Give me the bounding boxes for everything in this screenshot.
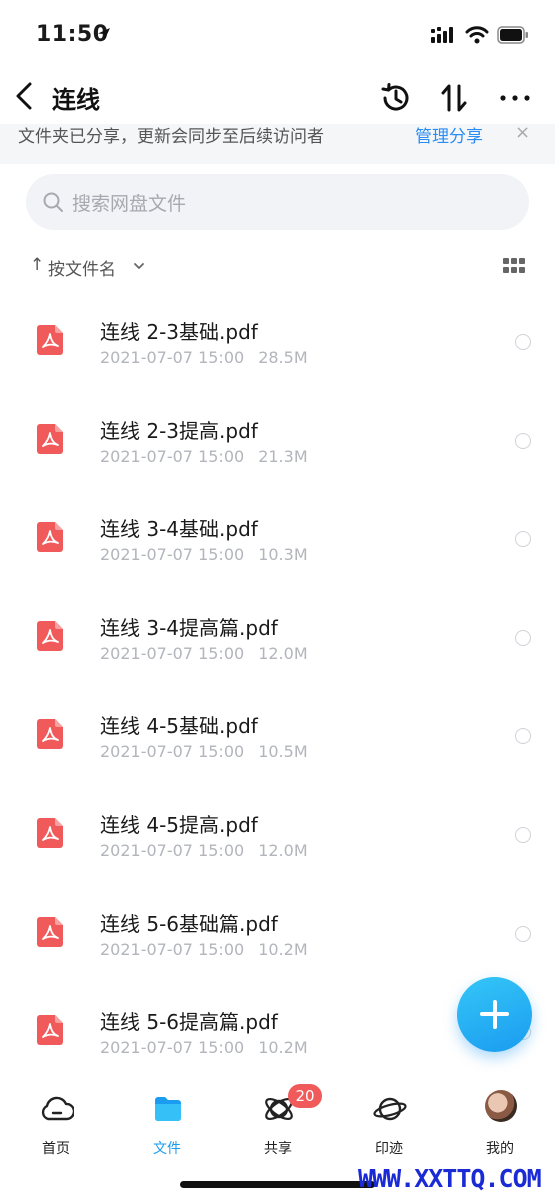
file-name: 连线 2-3基础.pdf [100,320,258,344]
file-date: 2021-07-07 15:00 [100,348,245,367]
file-select-radio[interactable] [515,531,531,548]
file-date: 2021-07-07 15:00 [100,643,245,663]
file-meta: 2021-07-07 15:00 10.3M [100,545,308,564]
tab-home-label: 首页 [42,1141,70,1157]
planet-icon [373,1097,407,1121]
tab-traces[interactable]: 印迹 [339,1090,439,1160]
file-size: 12.0M [258,840,308,860]
file-select-radio[interactable] [515,925,531,942]
file-date: 2021-07-07 15:00 [100,742,245,762]
tab-me-label: 我的 [486,1141,514,1157]
file-name: 连线 5-6提高篇.pdf [100,1010,278,1035]
file-row[interactable]: 连线 2-3提高.pdf 2021-07-07 15:00 21.3M [0,392,555,491]
shared-count-badge: 20 [288,1084,322,1108]
file-meta: 2021-07-07 15:00 28.5M [100,348,308,367]
pdf-file-icon [37,620,63,651]
file-name: 连线 4-5提高.pdf [100,812,258,837]
file-name: 连线 3-4提高篇.pdf [100,615,278,640]
avatar [485,1090,517,1122]
file-date: 2021-07-07 15:00 [100,446,245,466]
banner-close-button[interactable]: × [515,124,530,143]
pdf-file-icon [37,916,63,947]
sort-transfer-icon[interactable] [437,80,473,116]
file-row[interactable]: 连线 4-5基础.pdf 2021-07-07 15:00 10.5M [0,687,555,786]
status-bar: 11:50 [0,0,555,70]
file-size: 10.2M [258,1038,308,1058]
file-date: 2021-07-07 15:00 [100,1038,245,1058]
manage-share-link[interactable]: 管理分享 [415,124,483,147]
add-button[interactable] [457,977,532,1052]
sort-by-name-button[interactable]: 按文件名 [48,255,116,280]
file-size: 12.0M [258,643,308,663]
file-select-radio[interactable] [515,826,531,843]
file-row[interactable]: 连线 5-6基础篇.pdf 2021-07-07 15:00 10.2M [0,885,555,984]
banner-text: 文件夹已分享，更新会同步至后续访问者 [18,127,324,147]
watermark-text: WWW.XXTTQ.COM [358,1164,542,1193]
tab-me[interactable]: 我的 [450,1090,550,1160]
file-date: 2021-07-07 15:00 [100,545,245,565]
location-arrow-icon [98,28,110,40]
file-name: 连线 2-3提高.pdf [100,418,258,443]
pdf-file-icon [37,522,63,553]
chevron-down-icon[interactable] [132,259,146,273]
file-size: 10.2M [258,939,308,959]
pdf-file-icon [37,817,63,848]
file-select-radio[interactable] [515,629,531,646]
home-indicator [180,1181,375,1188]
tab-traces-label: 印迹 [375,1141,403,1157]
file-list: 连线 2-3基础.pdf 2021-07-07 15:00 28.5M 连线 2-… [0,293,555,1082]
file-row[interactable]: 连线 3-4提高篇.pdf 2021-07-07 15:00 12.0M [0,589,555,688]
file-meta: 2021-07-07 15:00 12.0M [100,841,308,860]
file-meta: 2021-07-07 15:00 10.2M [100,940,308,959]
battery-icon [497,26,528,44]
tab-shared-label: 共享 [264,1141,292,1157]
search-placeholder: 搜索网盘文件 [72,193,187,215]
file-name: 连线 5-6基础篇.pdf [100,911,278,936]
file-meta: 2021-07-07 15:00 12.0M [100,644,308,663]
search-icon [43,192,63,212]
file-meta: 2021-07-07 15:00 10.5M [100,742,308,761]
cellular-signal-icon [431,27,453,43]
sort-direction-icon[interactable]: ↑ [30,255,44,275]
tab-shared[interactable]: 20 共享 [228,1084,328,1160]
file-size: 28.5M [258,348,308,367]
wifi-icon [465,26,489,44]
cloud-home-icon [41,1096,74,1121]
file-name: 连线 4-5基础.pdf [100,714,258,739]
file-name: 连线 3-4基础.pdf [100,517,258,542]
pdf-file-icon [37,1015,63,1046]
grid-view-icon[interactable] [503,258,525,276]
folder-icon [155,1097,181,1121]
page-title: 连线 [52,86,100,114]
history-icon[interactable] [378,80,414,116]
file-size: 10.3M [258,545,308,565]
file-row[interactable]: 连线 4-5提高.pdf 2021-07-07 15:00 12.0M [0,786,555,885]
back-button[interactable] [12,78,38,114]
file-size: 21.3M [258,446,308,466]
pdf-file-icon [37,719,63,750]
pdf-file-icon [37,423,63,454]
file-select-radio[interactable] [515,728,531,745]
tab-files-label: 文件 [153,1141,181,1157]
sort-row: ↑ 按文件名 [0,252,555,282]
file-row[interactable]: 连线 3-4基础.pdf 2021-07-07 15:00 10.3M [0,490,555,589]
tab-home[interactable]: 首页 [6,1090,106,1160]
tab-files[interactable]: 文件 [117,1090,217,1160]
nav-header: 连线 [0,72,555,122]
more-icon[interactable] [497,80,533,116]
file-size: 10.5M [258,742,308,762]
status-indicators [431,26,529,44]
file-select-radio[interactable] [515,432,531,449]
file-meta: 2021-07-07 15:00 21.3M [100,447,308,466]
share-banner: 文件夹已分享，更新会同步至后续访问者 管理分享 × [0,124,555,164]
file-select-radio[interactable] [515,334,531,350]
file-date: 2021-07-07 15:00 [100,840,245,860]
search-input[interactable]: 搜索网盘文件 [26,174,529,230]
pdf-file-icon [37,325,63,355]
file-row[interactable]: 连线 2-3基础.pdf 2021-07-07 15:00 28.5M [0,293,555,392]
file-meta: 2021-07-07 15:00 10.2M [100,1038,308,1057]
file-date: 2021-07-07 15:00 [100,939,245,959]
